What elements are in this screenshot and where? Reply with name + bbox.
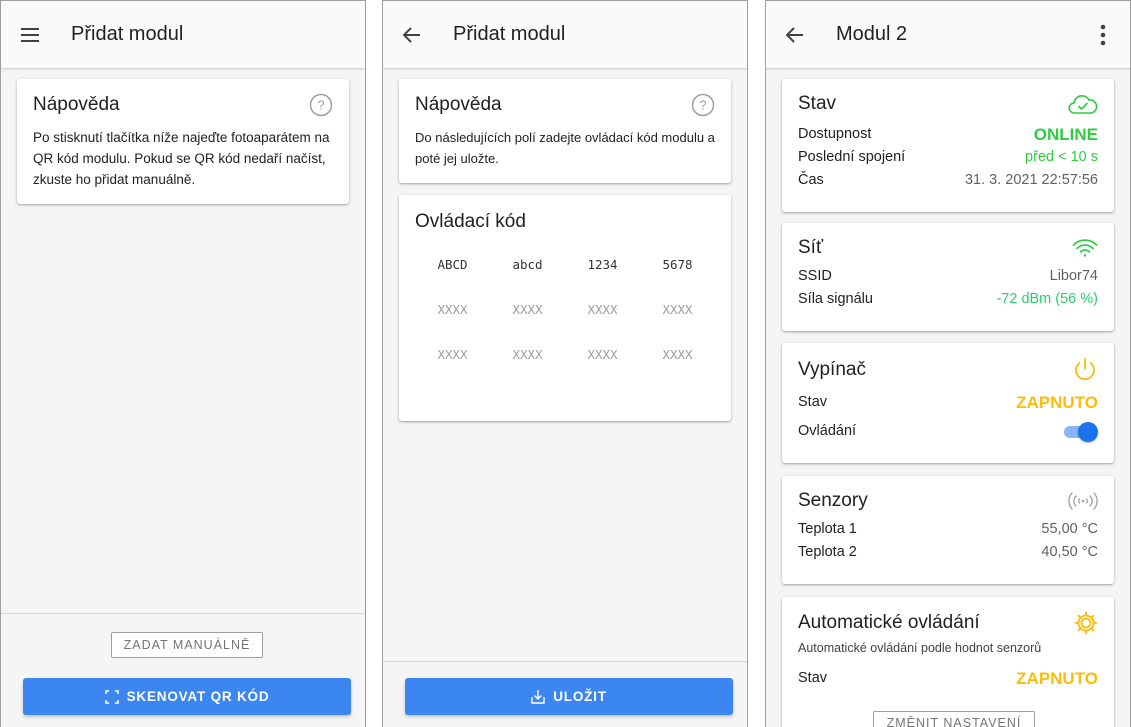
signal-value: -72 dBm (56 %) bbox=[996, 291, 1098, 307]
page-title: Modul 2 bbox=[836, 23, 908, 45]
cloud-check-icon bbox=[1068, 93, 1098, 115]
temp2-label: Teplota 2 bbox=[798, 544, 857, 560]
network-card: Síť SSID Libor74 Síla signálu -72 dBm (5… bbox=[782, 223, 1114, 331]
sensor-wave-icon bbox=[1068, 491, 1098, 511]
code-field[interactable]: abcd bbox=[490, 257, 565, 272]
automatic-control-title: Automatické ovládání bbox=[798, 612, 980, 633]
code-field[interactable]: ABCD bbox=[415, 257, 490, 272]
code-field[interactable]: XXXX bbox=[490, 302, 565, 317]
qr-scan-icon bbox=[104, 689, 119, 704]
temp1-label: Teplota 1 bbox=[798, 521, 857, 537]
save-button[interactable]: ULOŽIT bbox=[405, 678, 733, 715]
menu-icon[interactable] bbox=[17, 22, 43, 48]
ssid-value: Libor74 bbox=[1049, 268, 1098, 284]
svg-text:?: ? bbox=[317, 98, 324, 113]
help-circle-icon[interactable]: ? bbox=[309, 93, 333, 117]
help-card: Nápověda ? Po stisknutí tlačítka níže na… bbox=[17, 79, 349, 204]
more-vert-icon[interactable] bbox=[1092, 22, 1114, 48]
page-title: Přidat modul bbox=[453, 23, 566, 45]
app-bar: Přidat modul bbox=[1, 1, 365, 69]
app-bar: Přidat modul bbox=[383, 1, 747, 69]
help-circle-icon[interactable]: ? bbox=[691, 93, 715, 117]
auto-state-value: ZAPNUTO bbox=[1016, 669, 1098, 688]
save-label: ULOŽIT bbox=[553, 689, 607, 704]
gear-icon bbox=[1074, 611, 1098, 635]
help-card-title: Nápověda bbox=[33, 94, 120, 115]
page-title: Přidat modul bbox=[71, 23, 184, 45]
manual-entry-button[interactable]: ZADAT MANUÁLNĚ bbox=[111, 632, 263, 658]
screen-add-module-code: Přidat modul Nápověda ? Do následujících… bbox=[382, 0, 748, 727]
signal-row: Síla signálu -72 dBm (56 %) bbox=[798, 288, 1098, 311]
code-field[interactable]: XXXX bbox=[415, 347, 490, 362]
scan-qr-label: SKENOVAT QR KÓD bbox=[126, 689, 270, 704]
help-text: Do následujících polí zadejte ovládací k… bbox=[415, 130, 715, 166]
switch-control-row: Ovládání bbox=[798, 420, 1098, 443]
save-download-icon bbox=[531, 689, 545, 704]
switch-state-label: Stav bbox=[798, 394, 828, 410]
time-label: Čas bbox=[798, 172, 824, 188]
switch-state-value: ZAPNUTO bbox=[1016, 393, 1098, 412]
auto-state-label: Stav bbox=[798, 670, 828, 686]
help-text: Po stisknutí tlačítka níže najeďte fotoa… bbox=[33, 130, 330, 187]
availability-row: Dostupnost ONLINE bbox=[798, 123, 1098, 146]
temp2-value: 40,50 °C bbox=[1041, 544, 1098, 560]
help-card: Nápověda ? Do následujících polí zadejte… bbox=[399, 79, 731, 183]
help-card-title: Nápověda bbox=[415, 94, 502, 115]
code-field[interactable]: 1234 bbox=[565, 257, 640, 272]
temp1-value: 55,00 °C bbox=[1041, 521, 1098, 537]
code-field[interactable]: XXXX bbox=[490, 347, 565, 362]
last-connection-row: Poslední spojení před < 10 s bbox=[798, 146, 1098, 169]
ssid-row: SSID Libor74 bbox=[798, 265, 1098, 288]
control-code-card: Ovládací kód ABCD abcd 1234 5678 XXXX XXXX XXX… bbox=[399, 195, 731, 421]
switch-card: Vypínač Stav ZAPNUTO Ovládání bbox=[782, 343, 1114, 463]
network-card-title: Síť bbox=[798, 237, 824, 258]
time-value: 31. 3. 2021 22:57:56 bbox=[964, 172, 1098, 188]
back-arrow-icon[interactable] bbox=[782, 22, 808, 48]
svg-text:?: ? bbox=[699, 98, 706, 113]
switch-control-label: Ovládání bbox=[798, 423, 857, 439]
last-connection-label: Poslední spojení bbox=[798, 149, 906, 165]
status-card: Stav Dostupnost ONLINE Poslední spojení … bbox=[782, 79, 1114, 212]
availability-label: Dostupnost bbox=[798, 126, 872, 142]
switch-toggle[interactable] bbox=[1062, 421, 1098, 442]
sensors-card-title: Senzory bbox=[798, 490, 868, 511]
back-arrow-icon[interactable] bbox=[399, 22, 425, 48]
change-settings-button[interactable]: ZMĚNIT NASTAVENÍ bbox=[873, 711, 1035, 727]
automatic-control-card: Automatické ovládání Automatické ovládán… bbox=[782, 597, 1114, 727]
code-field[interactable]: XXXX bbox=[415, 302, 490, 317]
divider bbox=[383, 661, 747, 662]
switch-state-row: Stav ZAPNUTO bbox=[798, 391, 1098, 414]
control-code-title: Ovládací kód bbox=[415, 211, 526, 232]
code-field[interactable]: XXXX bbox=[565, 302, 640, 317]
divider bbox=[1, 613, 365, 614]
wifi-icon bbox=[1072, 238, 1098, 258]
switch-card-title: Vypínač bbox=[798, 359, 866, 380]
code-field[interactable]: XXXX bbox=[640, 302, 715, 317]
signal-label: Síla signálu bbox=[798, 291, 873, 307]
code-field[interactable]: XXXX bbox=[565, 347, 640, 362]
temp1-row: Teplota 1 55,00 °C bbox=[798, 518, 1098, 541]
time-row: Čas 31. 3. 2021 22:57:56 bbox=[798, 169, 1098, 192]
status-card-title: Stav bbox=[798, 93, 837, 114]
availability-value: ONLINE bbox=[1033, 125, 1098, 144]
scan-qr-button[interactable]: SKENOVAT QR KÓD bbox=[23, 678, 351, 715]
code-field[interactable]: XXXX bbox=[640, 347, 715, 362]
screen-module-detail: Modul 2 Stav Dostupnost ONLINE Poslední … bbox=[765, 0, 1131, 727]
auto-state-row: Stav ZAPNUTO bbox=[798, 667, 1098, 690]
code-field-grid: ABCD abcd 1234 5678 XXXX XXXX XXXX XXXX XXXX XXXX… bbox=[415, 257, 715, 370]
automatic-control-subtitle: Automatické ovládání podle hodnot senzor… bbox=[798, 641, 1042, 655]
app-bar: Modul 2 bbox=[766, 1, 1130, 69]
power-icon bbox=[1072, 357, 1098, 383]
temp2-row: Teplota 2 40,50 °C bbox=[798, 541, 1098, 564]
sensors-card: Senzory Teplota 1 55,00 °C Teplota 2 40,… bbox=[782, 476, 1114, 584]
screen-add-module-qr: Přidat modul Nápověda ? Po stisknutí tla… bbox=[0, 0, 366, 727]
last-connection-value: před < 10 s bbox=[1025, 149, 1098, 165]
code-field[interactable]: 5678 bbox=[640, 257, 715, 272]
ssid-label: SSID bbox=[798, 268, 832, 284]
